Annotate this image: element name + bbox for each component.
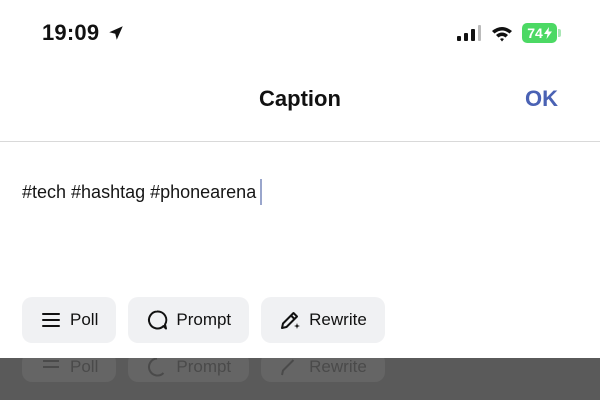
poll-reflection: Poll (22, 358, 117, 382)
wifi-icon (492, 26, 512, 41)
ok-button[interactable]: OK (525, 86, 558, 112)
location-arrow-icon (109, 26, 124, 40)
poll-button[interactable]: Poll (22, 297, 117, 343)
battery-level: 74 (527, 25, 543, 41)
status-time: 19:09 (42, 20, 100, 45)
chip-reflection: Poll Prompt Rewrite (22, 358, 385, 382)
pencil-sparkle-icon (281, 312, 301, 329)
nav-bar: Caption OK (0, 70, 600, 142)
text-cursor (260, 179, 262, 205)
status-time-group: 19:09 (42, 20, 125, 46)
battery-charging-icon: 74 (522, 23, 557, 43)
status-indicators: 74 (456, 23, 562, 43)
poll-label: Poll (70, 310, 99, 329)
charging-bolt-icon (543, 27, 552, 39)
page-title: Caption (259, 86, 341, 111)
prompt-label: Prompt (176, 310, 232, 329)
keyboard-backdrop: Poll Prompt Rewrite (0, 358, 600, 400)
poll-reflection-label: Poll (70, 358, 99, 376)
caption-text: #tech #hashtag #phonearena (22, 181, 257, 202)
prompt-reflection-label: Prompt (176, 358, 232, 376)
speech-bubble-icon (148, 358, 165, 377)
status-bar: 19:09 74 (0, 0, 600, 70)
suggestion-chips: Poll Prompt Rewrite (22, 297, 385, 343)
speech-bubble-icon (148, 310, 168, 330)
cellular-signal-icon (457, 25, 481, 41)
caption-input[interactable]: #tech #hashtag #phonearena (22, 172, 578, 212)
list-lines-icon (42, 313, 60, 327)
pencil-sparkle-icon (281, 359, 295, 376)
prompt-reflection: Prompt (128, 358, 250, 382)
prompt-button[interactable]: Prompt (128, 297, 250, 343)
rewrite-label: Rewrite (309, 310, 367, 329)
rewrite-button[interactable]: Rewrite (261, 297, 385, 343)
battery-tip (558, 29, 561, 37)
battery-indicator: 74 (522, 23, 562, 43)
rewrite-reflection-label: Rewrite (309, 358, 367, 376)
list-lines-icon (43, 360, 59, 368)
rewrite-reflection: Rewrite (261, 358, 385, 382)
